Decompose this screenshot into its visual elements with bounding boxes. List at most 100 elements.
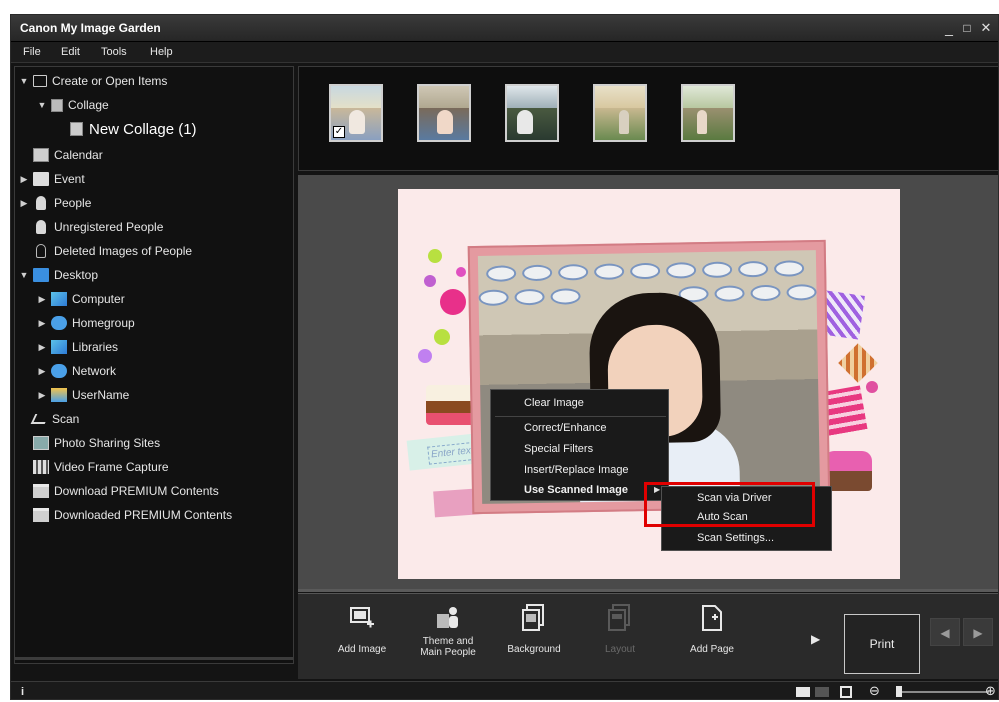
sidebar-item-label: UserName: [72, 388, 130, 402]
fit-view-icon[interactable]: [840, 686, 852, 698]
flower-decoration-icon: [418, 349, 432, 363]
checkmark-icon[interactable]: ✓: [333, 126, 345, 138]
photo-thumbnail[interactable]: [417, 84, 471, 142]
unregistered-people-icon: [36, 220, 46, 234]
tool-label: Background: [507, 644, 561, 655]
sidebar-tree: ▼ Create or Open Items ▼ Collage New Col…: [14, 66, 294, 664]
zoom-slider-handle[interactable]: [896, 686, 902, 697]
flower-decoration-icon: [866, 381, 878, 393]
sidebar-item-video-frame[interactable]: Video Frame Capture: [33, 456, 169, 478]
sidebar-item-label: Desktop: [54, 268, 99, 282]
sidebar-item-label: Download PREMIUM Contents: [54, 484, 219, 498]
info-icon[interactable]: i: [21, 686, 24, 698]
view-mode-icon[interactable]: [796, 687, 810, 697]
sidebar-item-username[interactable]: ▶ UserName: [36, 384, 129, 406]
view-mode-icon[interactable]: [815, 687, 829, 697]
pattern-decoration: [838, 343, 878, 383]
homegroup-icon: [51, 316, 67, 330]
sidebar-item-label: People: [54, 196, 92, 210]
prev-page-button[interactable]: ◀: [930, 618, 960, 646]
collage-doc-icon: [70, 122, 83, 136]
sidebar-item-label: Create or Open Items: [52, 74, 168, 88]
expand-arrow-icon[interactable]: ▼: [36, 100, 48, 110]
sidebar-item-scan[interactable]: Scan: [30, 408, 79, 430]
menu-item-clear-image[interactable]: Clear Image: [524, 397, 584, 409]
expand-arrow-icon[interactable]: ▶: [36, 342, 48, 353]
next-page-button[interactable]: ▶: [963, 618, 993, 646]
layout-icon: [608, 604, 630, 631]
photo-thumbnail[interactable]: [505, 84, 559, 142]
background-button[interactable]: Background: [498, 594, 570, 680]
sidebar-item-label: Homegroup: [72, 316, 135, 330]
photo-thumbnail[interactable]: [593, 84, 647, 142]
menu-tools[interactable]: Tools: [101, 46, 127, 58]
menu-item-use-scanned-image[interactable]: Use Scanned Image: [524, 484, 628, 496]
menu-item-correct-enhance[interactable]: Correct/Enhance: [524, 422, 607, 434]
photo-thumbnail[interactable]: [681, 84, 735, 142]
add-page-button[interactable]: Add Page: [676, 594, 748, 680]
tool-label: Layout: [604, 644, 636, 655]
expand-arrow-icon[interactable]: ▶: [36, 318, 48, 329]
sidebar-item-desktop[interactable]: ▼ Desktop: [18, 264, 98, 286]
zoom-in-icon[interactable]: ⊕: [985, 683, 996, 699]
canvas-resize-handle[interactable]: [298, 589, 998, 592]
sidebar-item-download-premium[interactable]: Download PREMIUM Contents: [33, 480, 219, 502]
sidebar-item-new-collage[interactable]: New Collage (1): [70, 116, 197, 142]
menu-item-insert-replace-image[interactable]: Insert/Replace Image: [524, 464, 629, 476]
sidebar-item-label: Collage: [68, 98, 109, 112]
expand-arrow-icon[interactable]: ▼: [18, 270, 30, 280]
sidebar-item-libraries[interactable]: ▶ Libraries: [36, 336, 118, 358]
flower-decoration-icon: [440, 289, 466, 315]
sidebar-item-label: Downloaded PREMIUM Contents: [54, 508, 233, 522]
sidebar-item-collage[interactable]: ▼ Collage: [36, 94, 109, 116]
expand-arrow-icon[interactable]: ▶: [36, 390, 48, 401]
sidebar-item-label: Computer: [72, 292, 125, 306]
libraries-icon: [51, 340, 67, 354]
video-frame-icon: [33, 460, 49, 474]
menu-file[interactable]: File: [23, 46, 41, 58]
expand-arrow-icon[interactable]: ▶: [36, 294, 48, 305]
sidebar-item-label: Network: [72, 364, 117, 378]
tool-label: Add Page: [690, 644, 734, 655]
theme-main-people-button[interactable]: Theme and Main People: [412, 594, 484, 680]
close-button[interactable]: ✕: [978, 19, 994, 37]
sidebar-item-create-items[interactable]: ▼ Create or Open Items: [18, 70, 168, 92]
zoom-slider[interactable]: [899, 691, 989, 693]
cake-decoration-icon: [824, 451, 872, 491]
minimize-button[interactable]: _: [941, 19, 957, 37]
desktop-icon: [33, 268, 49, 282]
sidebar-item-calendar[interactable]: Calendar: [33, 144, 103, 166]
menu-item-scan-settings[interactable]: Scan Settings...: [697, 532, 774, 544]
sidebar-item-event[interactable]: ▶ Event: [18, 168, 85, 190]
add-image-button[interactable]: Add Image: [326, 594, 398, 680]
sidebar-item-homegroup[interactable]: ▶ Homegroup: [36, 312, 135, 334]
more-tools-arrow-icon[interactable]: ▶: [811, 632, 820, 646]
sidebar-item-downloaded-premium[interactable]: Downloaded PREMIUM Contents: [33, 504, 232, 526]
sidebar-item-people[interactable]: ▶ People: [18, 192, 91, 214]
sidebar-item-label: Photo Sharing Sites: [54, 436, 161, 450]
expand-arrow-icon[interactable]: ▼: [18, 76, 30, 86]
layout-button[interactable]: Layout: [584, 594, 656, 680]
expand-arrow-icon[interactable]: ▶: [18, 174, 30, 185]
sidebar-item-computer[interactable]: ▶ Computer: [36, 288, 125, 310]
menu-item-special-filters[interactable]: Special Filters: [524, 443, 593, 455]
sidebar-item-photo-sharing[interactable]: Photo Sharing Sites: [33, 432, 160, 454]
menu-bar: File Edit Tools Help: [11, 42, 998, 63]
sidebar-item-deleted-people[interactable]: Deleted Images of People: [33, 240, 192, 262]
zoom-out-icon[interactable]: ⊖: [869, 683, 880, 699]
sidebar-item-network[interactable]: ▶ Network: [36, 360, 116, 382]
event-icon: [33, 172, 49, 186]
flower-decoration-icon: [456, 267, 466, 277]
tool-label: Add Image: [337, 644, 387, 655]
sidebar-item-unregistered-people[interactable]: Unregistered People: [33, 216, 163, 238]
menu-help[interactable]: Help: [150, 46, 173, 58]
print-button[interactable]: Print: [844, 614, 920, 674]
sidebar-resize-handle[interactable]: [15, 657, 293, 660]
app-window: Canon My Image Garden _ □ ✕ File Edit To…: [10, 14, 999, 700]
expand-arrow-icon[interactable]: ▶: [36, 366, 48, 377]
background-icon: [522, 604, 544, 631]
photo-thumbnail[interactable]: ✓: [329, 84, 383, 142]
expand-arrow-icon[interactable]: ▶: [18, 198, 30, 209]
maximize-button[interactable]: □: [959, 19, 975, 37]
menu-edit[interactable]: Edit: [61, 46, 80, 58]
